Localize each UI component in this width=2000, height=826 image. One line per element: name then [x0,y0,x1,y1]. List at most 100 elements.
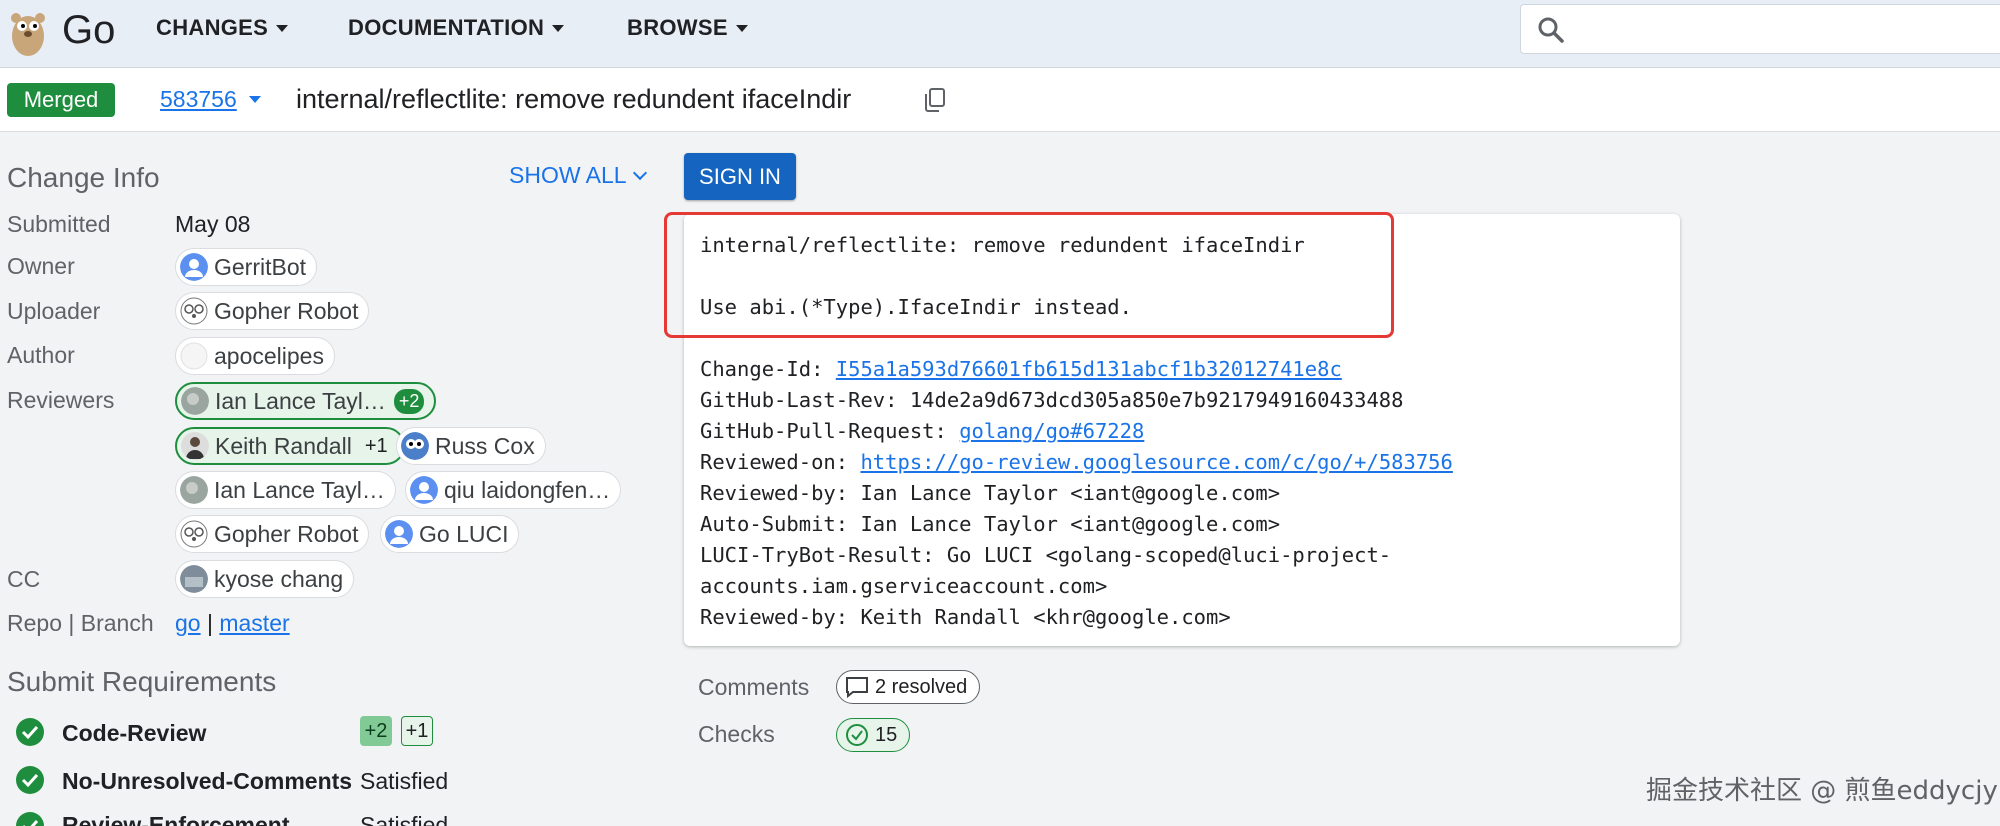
luci-result-line: LUCI-TryBot-Result: Go LUCI <golang-scop… [700,543,1392,567]
check-circle-icon [16,718,44,746]
uploader-chip[interactable]: Gopher Robot [175,292,370,330]
gopher-logo-icon[interactable] [6,6,50,58]
avatar [180,476,208,504]
vote-badge: +2 [393,388,425,414]
nav-documentation[interactable]: DOCUMENTATION [348,14,565,42]
caret-down-icon [735,24,748,32]
reviewer-name: Go LUCI [419,520,509,547]
separator: | [206,610,213,636]
caret-down-icon [248,96,261,103]
avatar [180,342,208,370]
reviewers-label: Reviewers [7,387,115,413]
repo-branch-label: Repo | Branch [7,610,154,636]
top-bar: Go CHANGES DOCUMENTATION BROWSE [0,0,2000,68]
avatar [180,565,208,593]
submitted-value: May 08 [175,211,251,237]
auto-submit-line: Auto-Submit: Ian Lance Taylor <iant@goog… [700,512,1281,536]
reviewer-chip[interactable]: Russ Cox [396,427,546,465]
nav-changes-label: CHANGES [156,15,269,40]
checks-value: 15 [875,723,898,746]
cc-chip[interactable]: kyose chang [175,560,355,598]
github-rev-line: GitHub-Last-Rev: 14de2a9d673dcd305a850e7… [700,388,1404,412]
repo-link[interactable]: go [175,610,201,636]
show-all-button[interactable]: SHOW ALL [509,162,647,189]
repo-branch-value: go | master [175,610,290,637]
caret-down-icon [552,24,565,32]
highlight-annotation-box [664,212,1394,338]
chevron-down-icon [632,165,647,181]
gopher-avatar [180,520,208,548]
nav-browse[interactable]: BROWSE [627,14,748,42]
reviewer-name: Gopher Robot [214,520,359,547]
author-label: Author [7,342,75,368]
nav-changes[interactable]: CHANGES [156,14,289,42]
owner-chip[interactable]: GerritBot [175,248,318,286]
reviewer-chip[interactable]: Ian Lance Tayl… [175,471,396,509]
status-badge: Merged [7,83,115,117]
change-subject: internal/reflectlite: remove redundent i… [296,84,852,114]
uploader-name: Gopher Robot [214,297,359,324]
reviewed-on-link[interactable]: https://go-review.googlesource.com/c/go/… [860,450,1452,474]
check-circle-outline-icon [846,724,868,746]
requirement-name: No-Unresolved-Comments [62,768,353,794]
change-id-line: Change-Id: I55a1a593d76601fb615d131abcf1… [700,356,1342,382]
reviewer-name: qiu laidongfen… [444,476,611,503]
reviewer-chip[interactable]: Keith Randall +1 [175,427,405,465]
reviewer-name: Keith Randall [215,432,352,459]
vote-badge: +1 [364,434,388,457]
reviewer-chip[interactable]: Go LUCI [380,515,520,553]
nav-documentation-label: DOCUMENTATION [348,15,545,40]
reviewer-name: Ian Lance Tayl… [215,387,386,414]
branch-link[interactable]: master [219,610,289,636]
change-id-label: Change-Id: [700,357,836,381]
search-input[interactable] [1520,4,2000,54]
github-pr-link[interactable]: golang/go#67228 [959,419,1144,443]
owner-label: Owner [7,253,75,279]
gopher-avatar [180,297,208,325]
submitted-label: Submitted [7,211,111,237]
github-pr-line: GitHub-Pull-Request: golang/go#67228 [700,418,1144,444]
check-circle-icon [16,812,44,826]
requirement-name: Review-Enforcement [62,812,290,826]
reviewer-name: Russ Cox [435,432,535,459]
change-number-link[interactable]: 583756 [160,86,261,113]
requirement-name: Code-Review [62,720,207,746]
change-header: Merged 583756 internal/reflectlite: remo… [0,68,2000,132]
checks-label: Checks [698,721,775,747]
author-chip[interactable]: apocelipes [175,337,335,375]
reviewed-on-line: Reviewed-on: https://go-review.googlesou… [700,449,1453,475]
change-number: 583756 [160,86,237,112]
avatar [181,387,209,415]
reviewed-on-label: Reviewed-on: [700,450,861,474]
requirement-status: Satisfied [360,768,449,794]
cc-name: kyose chang [214,565,344,592]
show-all-label: SHOW ALL [509,162,627,188]
reviewer-name: Ian Lance Tayl… [214,476,385,503]
watermark: 掘金技术社区 @ 煎鱼eddycjy [1646,776,1998,806]
nav-browse-label: BROWSE [627,15,728,40]
change-id-link[interactable]: I55a1a593d76601fb615d131abcf1b32012741e8… [836,357,1342,381]
logo-text[interactable]: Go [62,6,115,54]
luci-result-line-cont: accounts.iam.gserviceaccount.com> [700,574,1108,598]
requirement-status: Satisfied [360,812,449,826]
copy-icon[interactable] [924,88,946,112]
check-circle-icon [16,766,44,794]
comments-pill[interactable]: 2 resolved [836,670,981,704]
change-info-title: Change Info [7,162,160,193]
submit-requirements-title: Submit Requirements [7,666,277,697]
uploader-label: Uploader [7,298,101,324]
reviewer-chip[interactable]: Gopher Robot [175,515,370,553]
checks-pill[interactable]: 15 [836,718,911,752]
search-icon [1538,17,1564,43]
reviewer-chip[interactable]: qiu laidongfen… [405,471,622,509]
reviewed-by-line: Reviewed-by: Ian Lance Taylor <iant@goog… [700,481,1281,505]
owner-name: GerritBot [214,253,307,280]
github-pr-label: GitHub-Pull-Request: [700,419,960,443]
avatar [180,253,208,281]
sign-in-button[interactable]: SIGN IN [684,153,796,200]
vote-badge: +2 [360,716,392,746]
comment-icon [846,677,868,698]
avatar [385,520,413,548]
avatar [181,432,209,460]
reviewer-chip[interactable]: Ian Lance Tayl… +2 [175,382,437,420]
